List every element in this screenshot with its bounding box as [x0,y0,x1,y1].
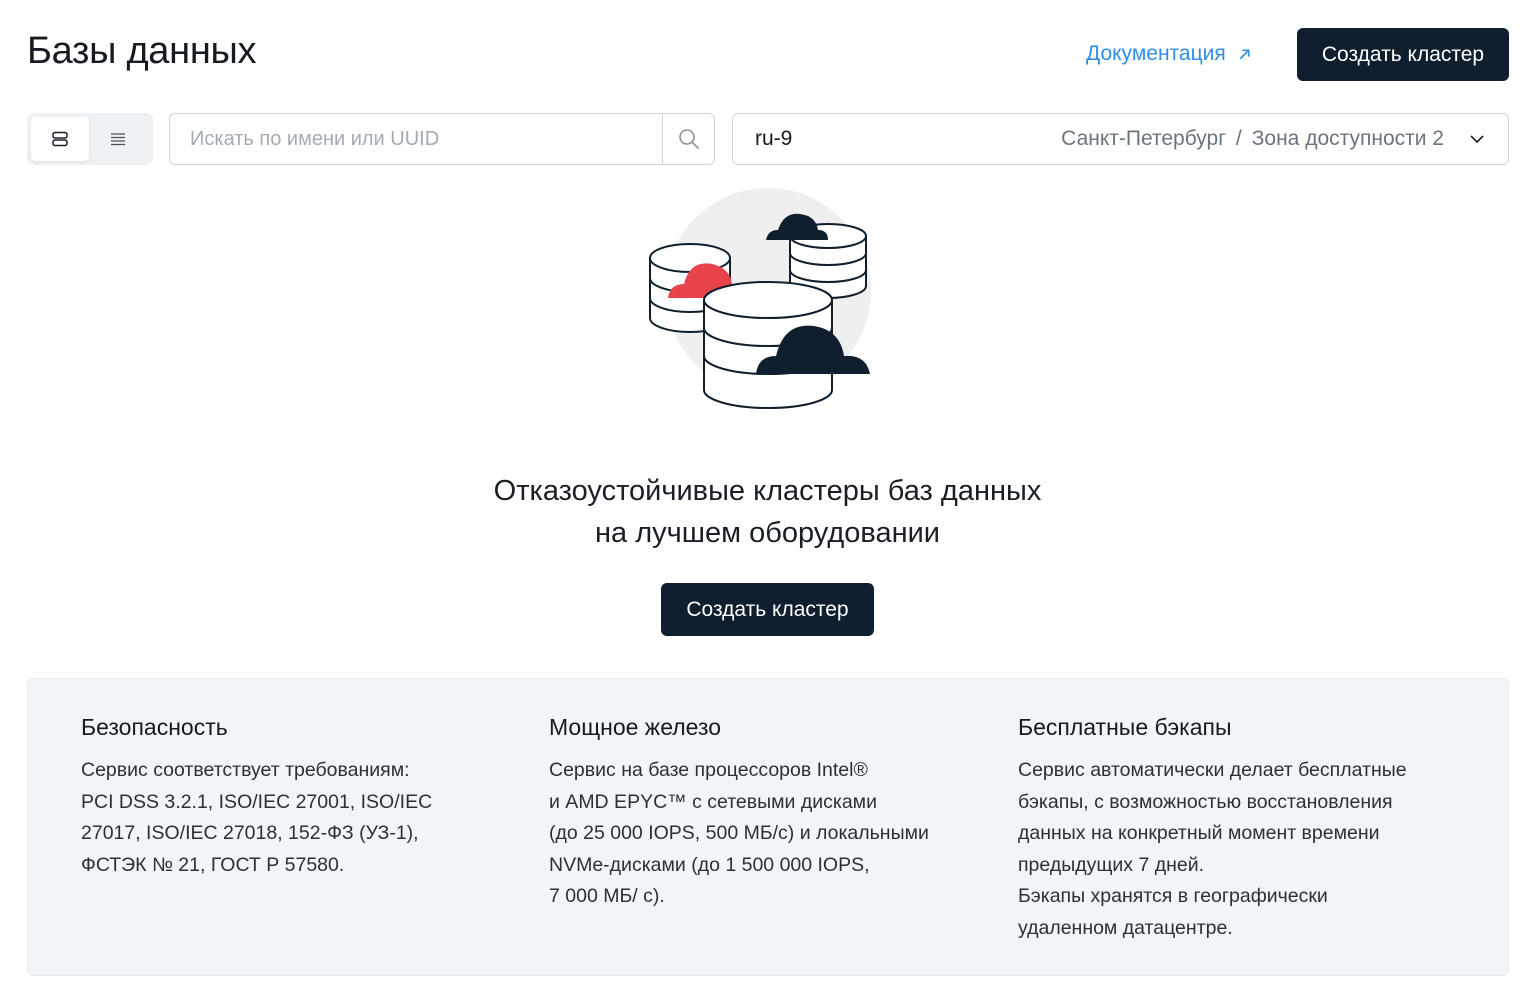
region-city: Санкт-Петербург [1061,127,1226,150]
search-icon [678,129,699,149]
feature-title: Безопасность [81,714,228,740]
search-button[interactable] [662,114,714,164]
region-location: Санкт-Петербург / Зона доступности 2 [1061,127,1444,151]
region-code: ru-9 [755,127,793,150]
feature-hardware: Мощное железо Сервис на базе процессоров… [549,714,969,913]
region-separator: / [1235,127,1242,150]
feature-security: Безопасность Сервис соответствует требов… [81,714,501,881]
documentation-link[interactable]: Документация [1086,42,1253,66]
list-view-button[interactable] [89,117,147,161]
feature-text: Сервис автоматически делает бесплатные б… [1018,759,1407,939]
view-toggle [27,113,153,165]
page-title: Базы данных [27,30,257,72]
create-cluster-button[interactable]: Создать кластер [661,583,874,636]
feature-title: Мощное железо [549,714,722,740]
hero-title: Отказоустойчивые кластеры баз данных на … [0,470,1525,554]
hero-title-line-1: Отказоустойчивые кластеры баз данных [493,475,1042,507]
documentation-link-label: Документация [1086,42,1226,65]
feature-text: Сервис соответствует требованиям: PCI DS… [81,759,433,876]
search-box [169,113,715,165]
hero-title-line-2: на лучшем оборудовании [595,517,940,549]
list-view-icon [111,133,125,146]
cards-view-button[interactable] [31,117,89,161]
features-panel: Безопасность Сервис соответствует требов… [27,678,1509,976]
feature-title: Бесплатные бэкапы [1018,714,1232,740]
chevron-down-icon [1470,135,1484,144]
database-clouds-illustration [649,188,871,409]
feature-text: Сервис на базе процессоров Intel® и AMD … [549,759,929,908]
create-cluster-button-header[interactable]: Создать кластер [1297,28,1509,81]
external-arrow-icon [1239,48,1250,59]
region-zone: Зона доступности 2 [1251,127,1444,150]
databases-page: Базы данных Документация Создать кластер [0,0,1525,988]
feature-backups: Бесплатные бэкапы Сервис автоматически д… [1018,714,1438,945]
region-select[interactable]: ru-9 Санкт-Петербург / Зона доступности … [732,113,1509,165]
cards-view-icon [52,131,68,147]
search-input[interactable] [170,114,662,164]
